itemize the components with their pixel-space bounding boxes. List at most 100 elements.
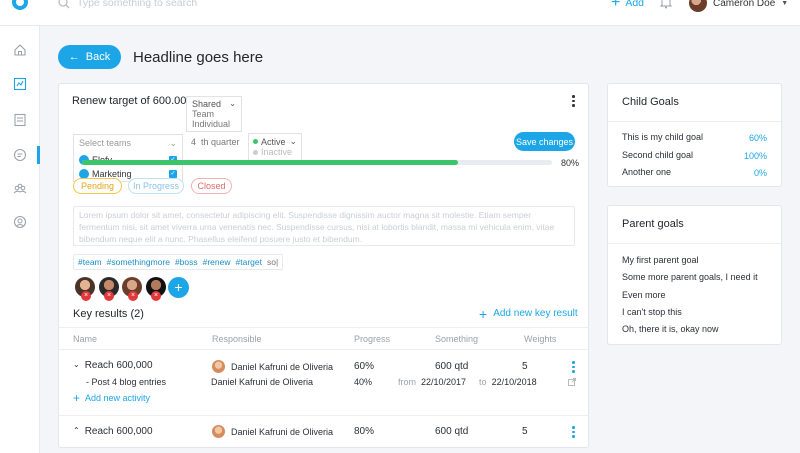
more-options-icon[interactable] <box>572 95 576 109</box>
teams-dropdown[interactable]: Select teams ⌄ Elofy ✓ Marketing ✓ <box>73 134 183 182</box>
row-weight: 5 <box>522 361 528 372</box>
column-header: Something <box>435 334 479 344</box>
tag[interactable]: #boss <box>175 257 198 267</box>
top-bar: Type something to search + Add Cameron D… <box>0 0 800 26</box>
search-icon <box>58 0 70 9</box>
divider <box>58 349 589 350</box>
remove-member-icon[interactable]: × <box>151 291 161 301</box>
quarter-select[interactable]: 4 th quarter <box>191 137 240 147</box>
sub-item-progress: 40% <box>354 377 373 387</box>
child-goal-item[interactable]: This is my child goal <box>622 132 703 142</box>
remove-member-icon[interactable]: × <box>104 291 114 301</box>
closed-pill[interactable]: Closed <box>191 178 232 194</box>
visibility-option[interactable]: Team <box>192 109 236 119</box>
save-changes-button[interactable]: Save changes <box>514 132 575 151</box>
profile-icon[interactable] <box>12 214 28 230</box>
tag[interactable]: #somethingmore <box>107 257 170 267</box>
table-row[interactable]: ⌃ Reach 600,000 <box>73 426 153 437</box>
parent-goal-item[interactable]: I can't stop this <box>622 307 682 317</box>
parent-goal-item[interactable]: Even more <box>622 290 666 300</box>
visibility-dropdown[interactable]: Shared ⌄ Team Individual <box>186 96 242 132</box>
status-dropdown[interactable]: Active ⌄ Inactive <box>248 133 302 161</box>
column-header: Name <box>73 334 98 344</box>
back-label: Back <box>85 51 111 63</box>
chevron-down-icon[interactable]: ⌄ <box>73 360 80 371</box>
child-goal-item[interactable]: Second child goal <box>622 150 693 160</box>
tag[interactable]: #renew <box>203 257 231 267</box>
to-date: 22/10/2018 <box>491 377 537 387</box>
user-menu[interactable]: Cameron Doe ▼ <box>689 0 788 12</box>
child-goal-value: 60% <box>748 133 767 143</box>
status-selected: Active <box>261 136 286 147</box>
plus-icon: + <box>73 391 81 405</box>
to-label: to <box>479 377 487 387</box>
in-progress-pill[interactable]: In Progress <box>128 178 184 194</box>
add-activity-button[interactable]: + Add new activity <box>73 391 150 405</box>
status-other: Inactive <box>261 147 293 157</box>
child-goal-item[interactable]: Another one <box>622 167 671 177</box>
app-logo[interactable] <box>12 0 28 10</box>
row-options-icon[interactable] <box>572 361 576 375</box>
row-weight: 5 <box>522 426 528 437</box>
add-label: Add <box>625 0 645 9</box>
tag[interactable]: #team <box>78 257 102 267</box>
home-icon[interactable] <box>12 42 28 58</box>
parent-goals-card: Parent goals My first parent goal Some m… <box>607 205 782 345</box>
child-goals-card: Child Goals This is my child goal 60% Se… <box>607 83 782 187</box>
search-bar[interactable]: Type something to search <box>58 0 197 9</box>
description-textarea[interactable]: Lorem ipsum dolor sit amet, consectetur … <box>73 206 575 246</box>
table-row[interactable]: ⌄ Reach 600,000 <box>73 360 153 371</box>
avatar <box>212 425 225 438</box>
active-indicator <box>37 146 40 164</box>
remove-member-icon[interactable]: × <box>81 291 91 301</box>
row-name: Reach 600,000 <box>84 426 153 437</box>
sub-item-name: - Post 4 blog entries <box>86 377 167 387</box>
child-goal-value: 0% <box>753 168 767 178</box>
user-name: Cameron Doe <box>713 0 776 9</box>
goal-title: Renew target of 600.00 <box>72 95 187 107</box>
team-icon[interactable] <box>12 180 28 196</box>
visibility-selected: Shared <box>192 99 222 109</box>
add-button[interactable]: + Add <box>611 0 645 11</box>
column-header: Responsible <box>212 334 262 344</box>
divider <box>608 121 781 122</box>
plus-icon: + <box>611 0 621 11</box>
tags-input[interactable]: #team #somethingmore #boss #renew #targe… <box>73 254 284 270</box>
back-button[interactable]: ← Back <box>58 45 121 69</box>
column-header: Progress <box>354 334 391 344</box>
chevron-down-icon: ⌄ <box>289 136 297 146</box>
tag-typing: so| <box>266 257 279 267</box>
sub-item-dates: from 22/10/2017 to 22/10/2018 <box>398 377 537 387</box>
row-options-icon[interactable] <box>572 426 576 440</box>
pending-pill[interactable]: Pending <box>73 178 122 194</box>
parent-goal-item[interactable]: Oh, there it is, okay now <box>622 324 719 334</box>
row-progress: 80% <box>354 426 375 437</box>
status-option[interactable]: Inactive <box>253 147 297 157</box>
avatar <box>212 360 225 373</box>
sidebar <box>0 26 40 453</box>
reports-icon[interactable] <box>12 112 28 128</box>
bell-icon[interactable] <box>660 0 672 9</box>
chevron-up-icon[interactable]: ⌃ <box>73 426 80 437</box>
progress-fill <box>82 160 458 165</box>
parent-goal-item[interactable]: My first parent goal <box>622 255 699 265</box>
chevron-down-icon: ▼ <box>781 0 789 7</box>
visibility-option[interactable]: Individual <box>192 119 236 129</box>
parent-goal-item[interactable]: Some more parent goals, I need it <box>622 272 758 282</box>
goals-icon[interactable] <box>12 76 28 92</box>
remove-member-icon[interactable]: × <box>128 291 138 301</box>
add-key-result-button[interactable]: + Add new key result <box>479 307 578 321</box>
add-key-result-label: Add new key result <box>493 308 578 319</box>
progress-label: 80% <box>561 158 580 168</box>
external-link-icon[interactable] <box>568 378 576 386</box>
child-goal-value: 100% <box>743 151 767 161</box>
child-goals-title: Child Goals <box>622 96 679 108</box>
tag[interactable]: #target <box>236 257 262 267</box>
chat-icon[interactable] <box>12 147 28 163</box>
chevron-down-icon: ⌄ <box>229 99 236 108</box>
quarter-label: th quarter <box>201 137 240 147</box>
search-input[interactable]: Type something to search <box>77 0 197 9</box>
checkbox[interactable]: ✓ <box>169 170 177 178</box>
add-member-button[interactable]: + <box>168 277 189 298</box>
divider <box>58 415 589 416</box>
